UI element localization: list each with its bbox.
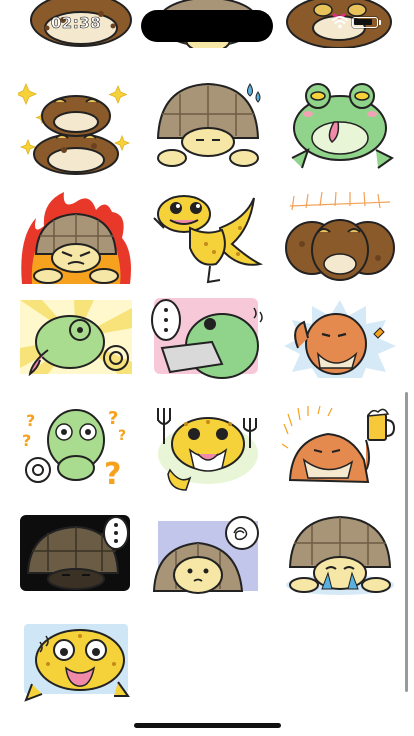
sticker-bearded-dragon-beer-mug[interactable]	[282, 404, 398, 504]
home-indicator[interactable]	[134, 723, 281, 728]
sticker-toad-group-three[interactable]	[282, 188, 398, 288]
sticker-leopard-gecko-shocked[interactable]	[18, 624, 134, 724]
sticker-leopard-gecko-waving[interactable]	[150, 188, 266, 288]
svg-text:?: ?	[118, 428, 126, 444]
sticker-bearded-dragon-thumbs-up[interactable]	[282, 298, 398, 398]
sticker-toad-pair-clock[interactable]	[23, 0, 139, 48]
sticker-tortoise-angry-flames[interactable]	[18, 188, 134, 288]
sticker-tortoise-dark-bubble-dots[interactable]	[18, 515, 134, 615]
sticker-chameleon-tongue-rays[interactable]	[18, 298, 134, 398]
sticker-tortoise-tangle-bubble[interactable]	[150, 515, 266, 615]
sticker-tortoise-resting-sweat[interactable]	[150, 76, 266, 176]
sticker-tortoise-peek-hidden[interactable]	[150, 0, 266, 48]
sticker-tortoise-crying[interactable]	[282, 515, 398, 615]
svg-text:?: ?	[108, 408, 118, 429]
sticker-chameleon-question-marks[interactable]: ? ? ? ? ?	[18, 404, 134, 504]
sticker-toad-pair-stacked-sparkles[interactable]	[18, 76, 134, 176]
svg-text:?: ?	[104, 457, 121, 492]
sticker-frog-tongue-out[interactable]	[282, 76, 398, 176]
svg-text:?: ?	[26, 411, 35, 430]
sticker-leopard-gecko-fork-knife[interactable]	[150, 404, 266, 504]
scroll-indicator[interactable]	[405, 392, 408, 692]
svg-text:?: ?	[22, 431, 31, 450]
sticker-frog-speech-bubble-dots[interactable]	[150, 298, 266, 398]
sticker-toad-surprised[interactable]	[281, 0, 397, 48]
